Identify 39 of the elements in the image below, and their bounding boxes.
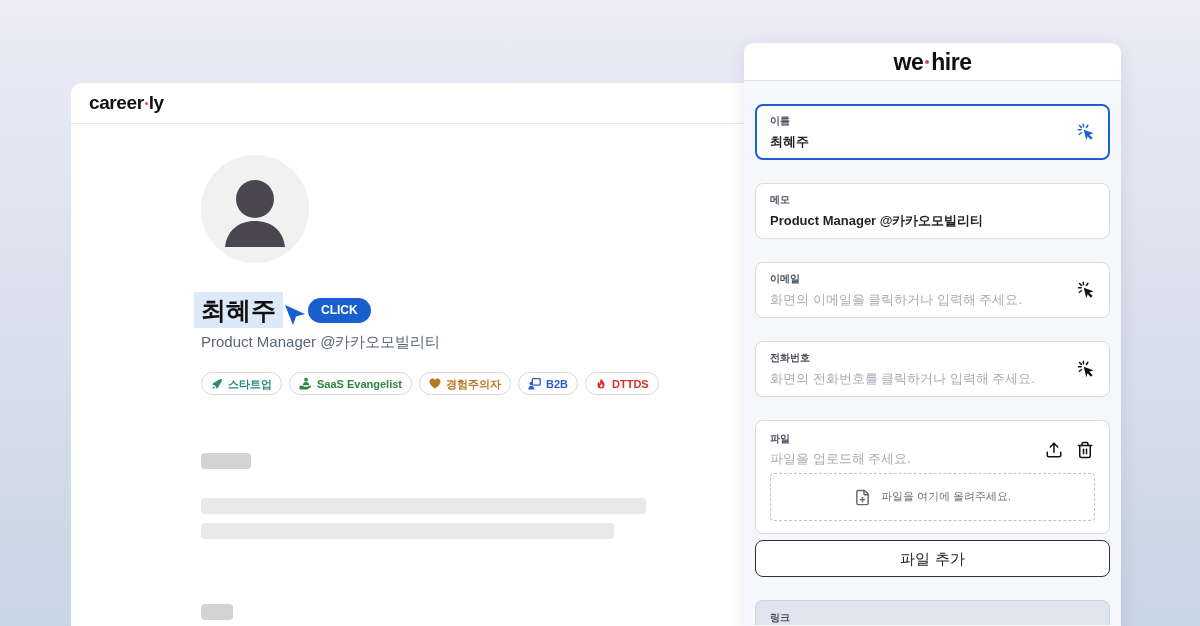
logo-text: hire [931, 48, 972, 75]
field-label: 파일 [770, 432, 791, 446]
tag-label: DTTDS [612, 376, 649, 391]
logo-text: we [893, 48, 924, 75]
add-file-button[interactable]: 파일 추가 [755, 540, 1110, 577]
input-field[interactable]: 메모 Product Manager @카카오모빌리티 [755, 183, 1110, 239]
text-input[interactable]: 최혜주 [770, 132, 1067, 151]
file-field[interactable]: 파일 파일을 업로드해 주세요. 파일을 여기에 올려주세요. [755, 420, 1110, 534]
logo-text: ly [148, 92, 164, 114]
click-tooltip: CLICK [308, 298, 371, 323]
field-label: 이메일 [770, 271, 801, 285]
input-field[interactable]: 전화번호 화면의 전화번호를 클릭하거나 입력해 주세요. [755, 341, 1110, 397]
tag-label: B2B [546, 376, 568, 391]
text-input[interactable]: 화면의 이메일을 클릭하거나 입력해 주세요. [770, 290, 1067, 309]
profile-subtitle: Product Manager @카카오모빌리티 [201, 332, 441, 352]
input-field[interactable]: 이메일 화면의 이메일을 클릭하거나 입력해 주세요. [755, 262, 1110, 318]
upload-icon[interactable] [1045, 441, 1063, 459]
link-section[interactable]: 링크 [755, 600, 1110, 625]
field-label: 링크 [770, 611, 791, 624]
tag-label: 경험주의자 [446, 376, 501, 391]
skeleton-bar [201, 453, 251, 469]
logo-text: career [89, 92, 144, 114]
field-label: 전화번호 [770, 350, 811, 364]
drop-zone[interactable]: 파일을 여기에 올려주세요. [770, 473, 1095, 521]
file-plus-icon [854, 488, 872, 506]
click-pointer-icon[interactable] [1077, 281, 1095, 299]
text-input[interactable]: 화면의 전화번호를 클릭하거나 입력해 주세요. [770, 369, 1067, 388]
field-label: 이름 [770, 113, 791, 127]
profile-name: 최혜주 [194, 292, 283, 328]
trash-icon[interactable] [1076, 441, 1094, 459]
tag-label: 스타트업 [228, 376, 272, 391]
field-label: 메모 [770, 192, 791, 206]
input-field[interactable]: 이름 최혜주 [755, 104, 1110, 160]
cursor-arrow-icon [284, 304, 306, 326]
text-input[interactable]: Product Manager @카카오모빌리티 [770, 211, 1095, 230]
text-input[interactable]: 파일을 업로드해 주세요. [770, 450, 1045, 468]
click-pointer-icon[interactable] [1077, 360, 1095, 378]
skeleton-bar [201, 604, 233, 620]
tag-label: SaaS Evangelist [317, 376, 402, 391]
